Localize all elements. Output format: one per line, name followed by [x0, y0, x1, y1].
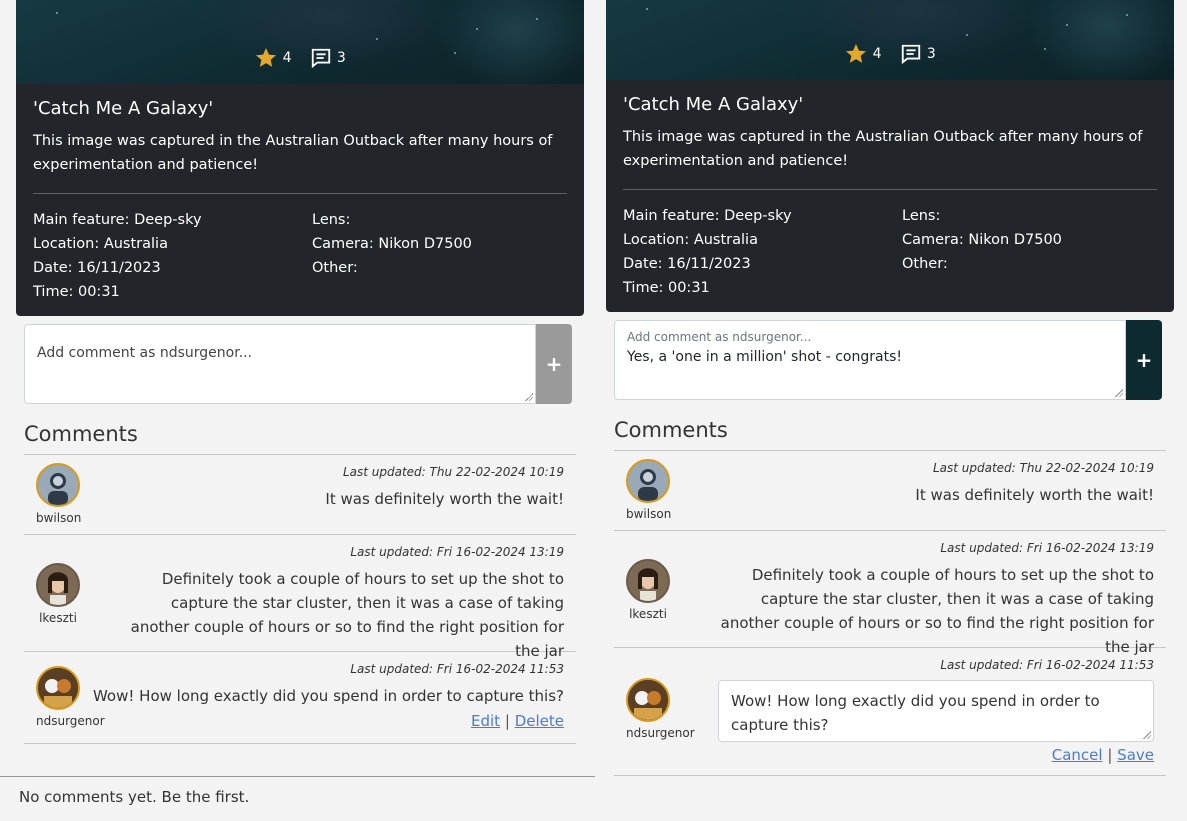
edit-link[interactable]: Edit [471, 712, 500, 730]
comment-item: Last updated: Fri 16-02-2024 13:19 lkesz… [24, 535, 576, 660]
add-comment-button[interactable]: + [1126, 320, 1162, 400]
resize-handle[interactable] [1143, 731, 1151, 739]
star-icon[interactable] [254, 46, 278, 70]
comment-item: Last updated: Fri 16-02-2024 11:53 ndsur… [24, 652, 576, 744]
comment-username: lkeszti [39, 611, 77, 625]
post-title: 'Catch Me A Galaxy' [623, 94, 804, 115]
date: Date: 16/11/2023 [33, 260, 161, 276]
post-stats: 4 3 [606, 42, 1174, 66]
post-image[interactable]: 4 3 [16, 0, 584, 84]
comment-username: lkeszti [629, 607, 667, 621]
comment-icon[interactable] [310, 47, 332, 69]
divider [0, 776, 595, 777]
avatar[interactable] [36, 666, 80, 710]
comment-timestamp: Last updated: Fri 16-02-2024 13:19 [940, 541, 1154, 555]
edit-comment-value: Wow! How long exactly did you spend in o… [731, 692, 1100, 734]
avatar[interactable] [626, 678, 670, 722]
avatar[interactable] [626, 459, 670, 503]
post-image[interactable]: 4 3 [606, 0, 1174, 80]
comment-author[interactable]: ndsurgenor [626, 678, 695, 740]
camera: Camera: Nikon D7500 [902, 232, 1062, 248]
comments-heading: Comments [24, 422, 576, 455]
avatar[interactable] [626, 559, 670, 603]
comment-timestamp: Last updated: Thu 22-02-2024 10:19 [932, 461, 1154, 475]
comment-text: Definitely took a couple of hours to set… [130, 570, 564, 660]
comment-username: ndsurgenor [36, 714, 105, 728]
comment-author[interactable]: lkeszti [36, 563, 80, 625]
comment-textarea[interactable]: Add comment as ndsurgenor... Yes, a 'one… [614, 320, 1126, 400]
no-comments-message: No comments yet. Be the first. [19, 788, 250, 806]
comment-value: Yes, a 'one in a million' shot - congrat… [627, 349, 902, 365]
post-panel-left: 4 3 'Catch Me A Galaxy' This image was c… [16, 0, 584, 744]
other: Other: [312, 260, 358, 276]
comment-author[interactable]: lkeszti [626, 559, 670, 621]
comment-actions: Edit | Delete [471, 712, 564, 730]
comment-icon[interactable] [900, 43, 922, 65]
comment-placeholder: Add comment as ndsurgenor... [37, 345, 253, 361]
post-meta: Main feature: Deep-sky Location: Austral… [623, 204, 1157, 300]
delete-link[interactable]: Delete [515, 712, 564, 730]
comment-text: It was definitely worth the wait! [915, 486, 1154, 504]
post-card: 4 3 'Catch Me A Galaxy' This image was c… [16, 0, 584, 316]
location: Location: Australia [623, 232, 758, 248]
post-description: This image was captured in the Australia… [623, 129, 1143, 169]
comment-item: Last updated: Fri 16-02-2024 11:53 ndsur… [614, 648, 1166, 776]
comment-username: bwilson [36, 511, 82, 525]
comment-timestamp: Last updated: Thu 22-02-2024 10:19 [342, 465, 564, 479]
post-description: This image was captured in the Australia… [33, 133, 553, 173]
likes-count: 4 [282, 50, 292, 66]
avatar[interactable] [36, 563, 80, 607]
main-feature: Main feature: Deep-sky [623, 208, 792, 224]
comment-username: ndsurgenor [626, 726, 695, 740]
likes-count: 4 [872, 46, 882, 62]
comment-text: Wow! How long exactly did you spend in o… [92, 687, 564, 705]
comment-timestamp: Last updated: Fri 16-02-2024 11:53 [350, 662, 564, 676]
post-stats: 4 3 [16, 46, 584, 70]
edit-comment-textarea[interactable]: Wow! How long exactly did you spend in o… [718, 680, 1154, 742]
comment-author[interactable]: bwilson [626, 459, 672, 521]
comment-floating-label: Add comment as ndsurgenor... [627, 330, 812, 344]
comments-count: 3 [926, 46, 936, 62]
add-comment-button[interactable]: + [536, 324, 572, 404]
location: Location: Australia [33, 236, 168, 252]
post-panel-right: 4 3 'Catch Me A Galaxy' This image was c… [606, 0, 1174, 776]
add-comment-form: Add comment as ndsurgenor... Yes, a 'one… [614, 320, 1162, 400]
resize-handle[interactable] [525, 393, 533, 401]
avatar[interactable] [36, 463, 80, 507]
save-link[interactable]: Save [1117, 746, 1154, 764]
date: Date: 16/11/2023 [623, 256, 751, 272]
post-card: 4 3 'Catch Me A Galaxy' This image was c… [606, 0, 1174, 312]
lens: Lens: [312, 212, 351, 228]
divider [33, 193, 567, 194]
star-icon[interactable] [844, 42, 868, 66]
comment-timestamp: Last updated: Fri 16-02-2024 11:53 [940, 658, 1154, 672]
post-meta: Main feature: Deep-sky Location: Austral… [33, 208, 567, 304]
comment-item: Last updated: Thu 22-02-2024 10:19 bwils… [614, 451, 1166, 531]
cancel-link[interactable]: Cancel [1052, 746, 1103, 764]
edit-actions: Cancel | Save [1052, 746, 1154, 764]
comment-textarea[interactable]: Add comment as ndsurgenor... [24, 324, 536, 404]
comment-text: It was definitely worth the wait! [325, 490, 564, 508]
time: Time: 00:31 [33, 284, 120, 300]
resize-handle[interactable] [1115, 389, 1123, 397]
separator: | [504, 712, 510, 730]
add-comment-form: Add comment as ndsurgenor... + [24, 324, 572, 404]
comments-heading: Comments [614, 418, 1166, 451]
comment-author[interactable]: ndsurgenor [36, 666, 105, 728]
divider [623, 189, 1157, 190]
comment-author[interactable]: bwilson [36, 463, 82, 525]
separator: | [1107, 746, 1113, 764]
comment-username: bwilson [626, 507, 672, 521]
comments-count: 3 [336, 50, 346, 66]
comment-timestamp: Last updated: Fri 16-02-2024 13:19 [350, 545, 564, 559]
time: Time: 00:31 [623, 280, 710, 296]
other: Other: [902, 256, 948, 272]
main-feature: Main feature: Deep-sky [33, 212, 202, 228]
comment-item: Last updated: Fri 16-02-2024 13:19 lkesz… [614, 531, 1166, 656]
post-title: 'Catch Me A Galaxy' [33, 98, 214, 119]
comment-item: Last updated: Thu 22-02-2024 10:19 bwils… [24, 455, 576, 535]
comment-text: Definitely took a couple of hours to set… [720, 566, 1154, 656]
lens: Lens: [902, 208, 941, 224]
camera: Camera: Nikon D7500 [312, 236, 472, 252]
